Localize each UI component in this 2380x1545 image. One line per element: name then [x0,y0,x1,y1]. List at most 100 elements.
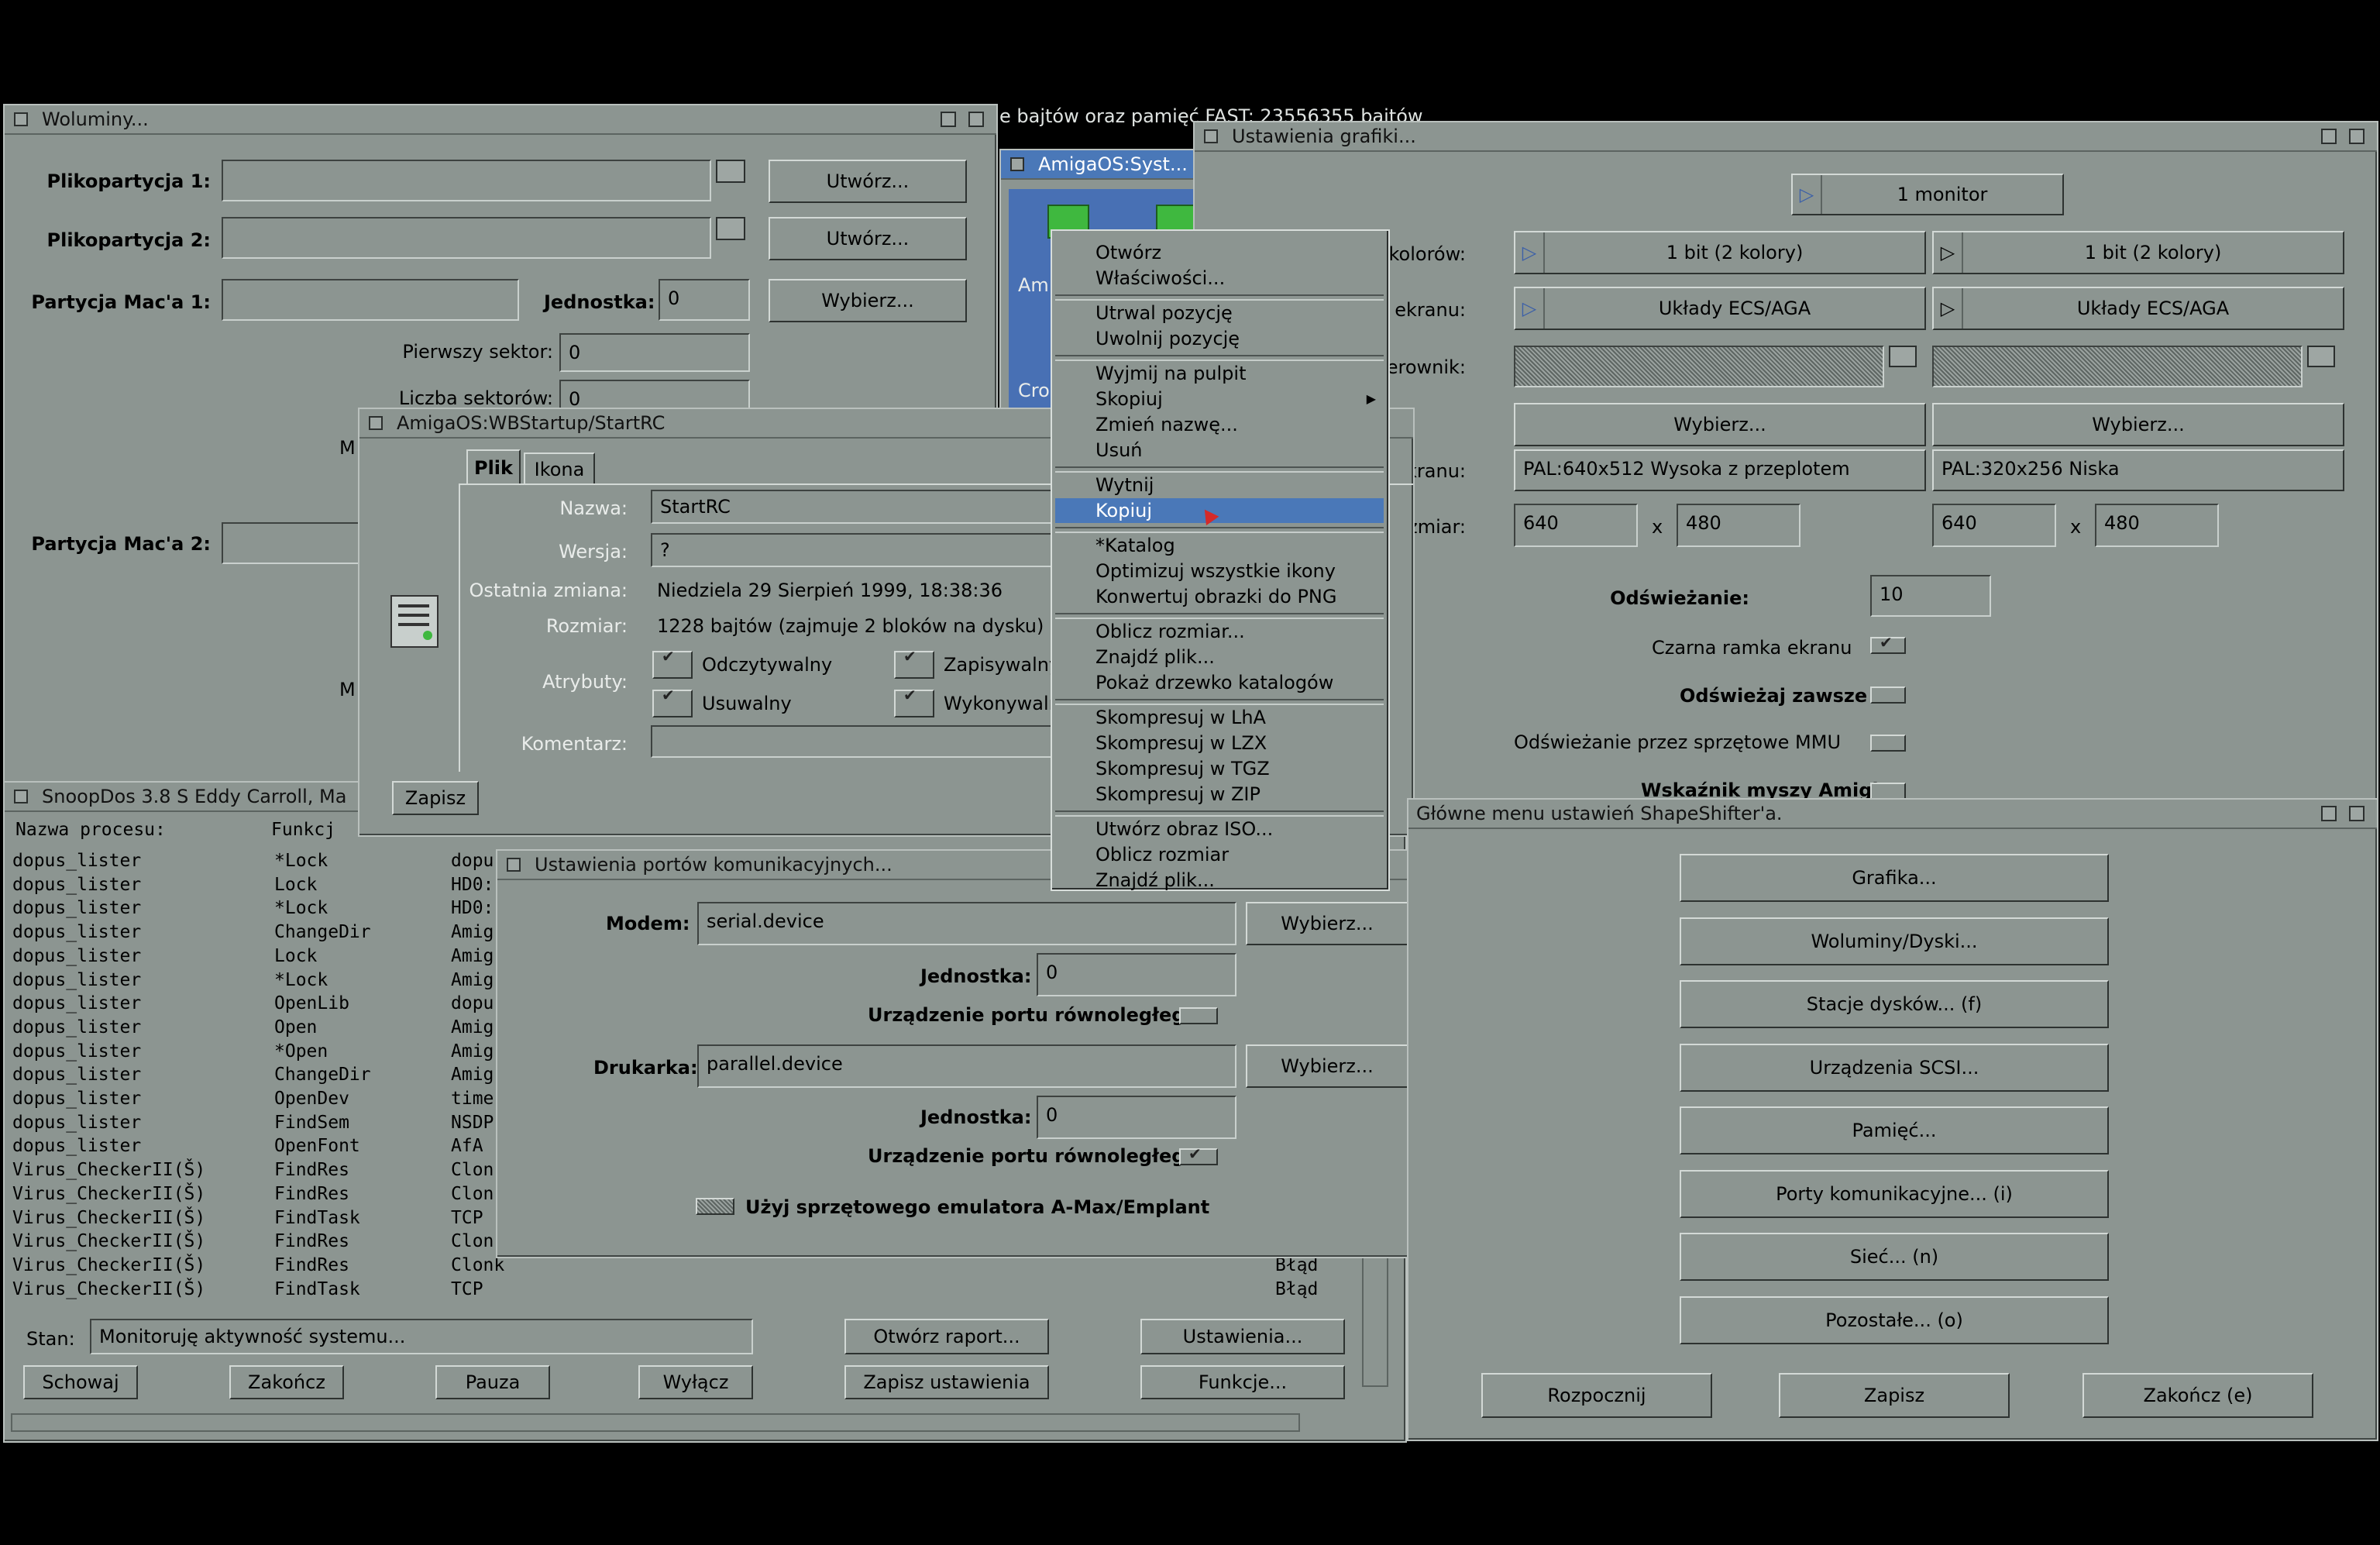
unit-field[interactable]: 0 [659,279,750,321]
shapeshifter-titlebar[interactable]: Główne menu ustawień ShapeShifter'a. [1408,800,2377,829]
file-requester-icon[interactable] [716,217,745,240]
menu-item[interactable]: Otwórz [1055,240,1384,265]
choose-button[interactable]: Wybierz... [769,279,967,322]
height-right-field[interactable]: 480 [2095,504,2219,547]
modem-unit-field[interactable]: 0 [1037,953,1236,996]
menu-item[interactable]: Skompresuj w LhA [1055,705,1384,730]
table-row[interactable]: Virus_CheckerII(Š) FindTask TCP Błąd [12,1279,1360,1302]
driver-right-field[interactable] [1932,346,2303,387]
write-checkbox[interactable] [894,647,934,679]
menu-item[interactable]: Znajdź plik... [1055,645,1384,669]
colors-right-cycle[interactable]: ▷ 1 bit (2 kolory) [1932,231,2344,274]
disable-button[interactable]: Wyłącz [638,1365,753,1399]
monitor-cycle[interactable]: ▷ 1 monitor [1791,174,2064,215]
menu-item[interactable]: Właściwości... [1055,266,1384,291]
mouse-pointer-checkbox[interactable] [1870,783,1906,800]
modem-field[interactable]: serial.device [697,902,1236,945]
close-icon[interactable] [1204,129,1218,143]
menu-item[interactable]: Konwertuj obrazki do PNG [1055,584,1384,609]
first-sector-field[interactable]: 0 [559,333,750,372]
table-row[interactable]: Virus_CheckerII(Š) FindRes Clonk Błąd [12,1255,1360,1278]
menu-button[interactable]: Urządzenia SCSI... [1680,1043,2109,1092]
screen-type-left-cycle[interactable]: ▷ Układy ECS/AGA [1514,287,1926,330]
menu-button[interactable]: Porty komunikacyjne... (i) [1680,1169,2109,1218]
menu-item[interactable]: Skopiuj ▶ [1055,387,1384,411]
open-report-button[interactable]: Otwórz raport... [844,1319,1049,1354]
exec-checkbox[interactable] [894,686,934,717]
choose-modem-button[interactable]: Wybierz... [1246,902,1408,945]
save-settings-button[interactable]: Zapisz ustawienia [844,1365,1049,1399]
modem-parallel-checkbox[interactable] [1179,1007,1218,1024]
zoom-icon[interactable] [2321,129,2337,144]
save-button[interactable]: Zapisz [392,781,479,815]
refresh-field[interactable]: 10 [1870,575,1991,617]
menu-item[interactable]: Znajdź plik... [1055,868,1384,893]
file-requester-icon[interactable] [1889,346,1917,367]
height-left-field[interactable]: 480 [1677,504,1800,547]
create-part2-button[interactable]: Utwórz... [769,217,967,260]
printer-parallel-checkbox[interactable] [1179,1144,1218,1165]
amax-checkbox[interactable] [696,1198,734,1215]
file-requester-icon[interactable] [2307,346,2335,367]
tab-icon[interactable]: Ikona [524,452,595,485]
menu-item[interactable]: Wyjmij na pulpit [1055,361,1384,386]
depth-icon[interactable] [968,112,984,127]
menu-item[interactable]: Uwolnij pozycję [1055,326,1384,351]
menu-item[interactable]: Zmień nazwę... [1055,412,1384,437]
menu-button[interactable]: Sieć... (n) [1680,1233,2109,1281]
menu-item[interactable]: Skompresuj w TGZ [1055,756,1384,781]
printer-unit-field[interactable]: 0 [1037,1096,1236,1139]
graphics-titlebar[interactable]: Ustawienia grafiki... [1195,122,2377,152]
menu-button[interactable]: Grafika... [1680,854,2109,902]
pause-button[interactable]: Pauza [435,1365,550,1399]
black-frame-checkbox[interactable] [1870,633,1906,654]
menu-item[interactable]: Oblicz rozmiar [1055,842,1384,867]
width-right-field[interactable]: 640 [1932,504,2056,547]
menu-button[interactable]: Stacje dysków... (f) [1680,980,2109,1028]
driver-left-field[interactable] [1514,346,1884,387]
close-icon[interactable] [14,790,28,803]
close-icon[interactable] [369,416,383,430]
menu-item[interactable]: Utwórz obraz ISO... [1055,817,1384,841]
save-button[interactable]: Zapisz [1779,1373,2010,1418]
menu-item[interactable]: Wytnij [1055,473,1384,497]
colors-left-cycle[interactable]: ▷ 1 bit (2 kolory) [1514,231,1926,274]
hide-button[interactable]: Schowaj [23,1365,138,1399]
printer-field[interactable]: parallel.device [697,1044,1236,1088]
zoom-icon[interactable] [941,112,956,127]
screen-type-right-cycle[interactable]: ▷ Układy ECS/AGA [1932,287,2344,330]
menu-item[interactable]: Optimizuj wszystkie ikony [1055,559,1384,583]
menu-item[interactable]: Pokaż drzewko katalogów [1055,670,1384,695]
volumes-titlebar[interactable]: Woluminy... [5,105,996,135]
menu-button[interactable]: Woluminy/Dyski... [1680,917,2109,965]
refresh-always-checkbox[interactable] [1870,686,1906,704]
width-left-field[interactable]: 640 [1514,504,1638,547]
mac-part1-field[interactable] [222,279,519,321]
menu-item[interactable]: Utrwal pozycję [1055,301,1384,325]
file-requester-icon[interactable] [716,160,745,183]
quit-button[interactable]: Zakończ [229,1365,344,1399]
quit-button[interactable]: Zakończ (e) [2082,1373,2313,1418]
menu-item[interactable]: Skompresuj w ZIP [1055,782,1384,807]
choose-right-button[interactable]: Wybierz... [1932,403,2344,446]
file-icon[interactable] [390,595,439,648]
system-titlebar[interactable]: AmigaOS:Syst... [1001,150,1207,180]
choose-left-button[interactable]: Wybierz... [1514,403,1926,446]
file-part1-field[interactable] [222,160,711,201]
menu-button[interactable]: Pozostałe... (o) [1680,1296,2109,1344]
settings-button[interactable]: Ustawienia... [1140,1319,1345,1354]
menu-item[interactable]: Oblicz rozmiar... [1055,619,1384,644]
delete-checkbox[interactable] [652,686,693,717]
horizontal-scrollbar[interactable] [11,1413,1300,1432]
tab-file[interactable]: Plik [466,449,521,485]
start-button[interactable]: Rozpocznij [1481,1373,1712,1418]
menu-item[interactable]: *Katalog [1055,533,1384,558]
file-part2-field[interactable] [222,217,711,259]
menu-item[interactable]: Usuń [1055,438,1384,463]
menu-item[interactable]: Kopiuj [1055,498,1384,523]
zoom-icon[interactable] [2321,806,2337,821]
create-part1-button[interactable]: Utwórz... [769,160,967,203]
menu-item[interactable]: Skompresuj w LZX [1055,731,1384,755]
depth-icon[interactable] [2349,129,2365,144]
close-icon[interactable] [1010,157,1024,171]
